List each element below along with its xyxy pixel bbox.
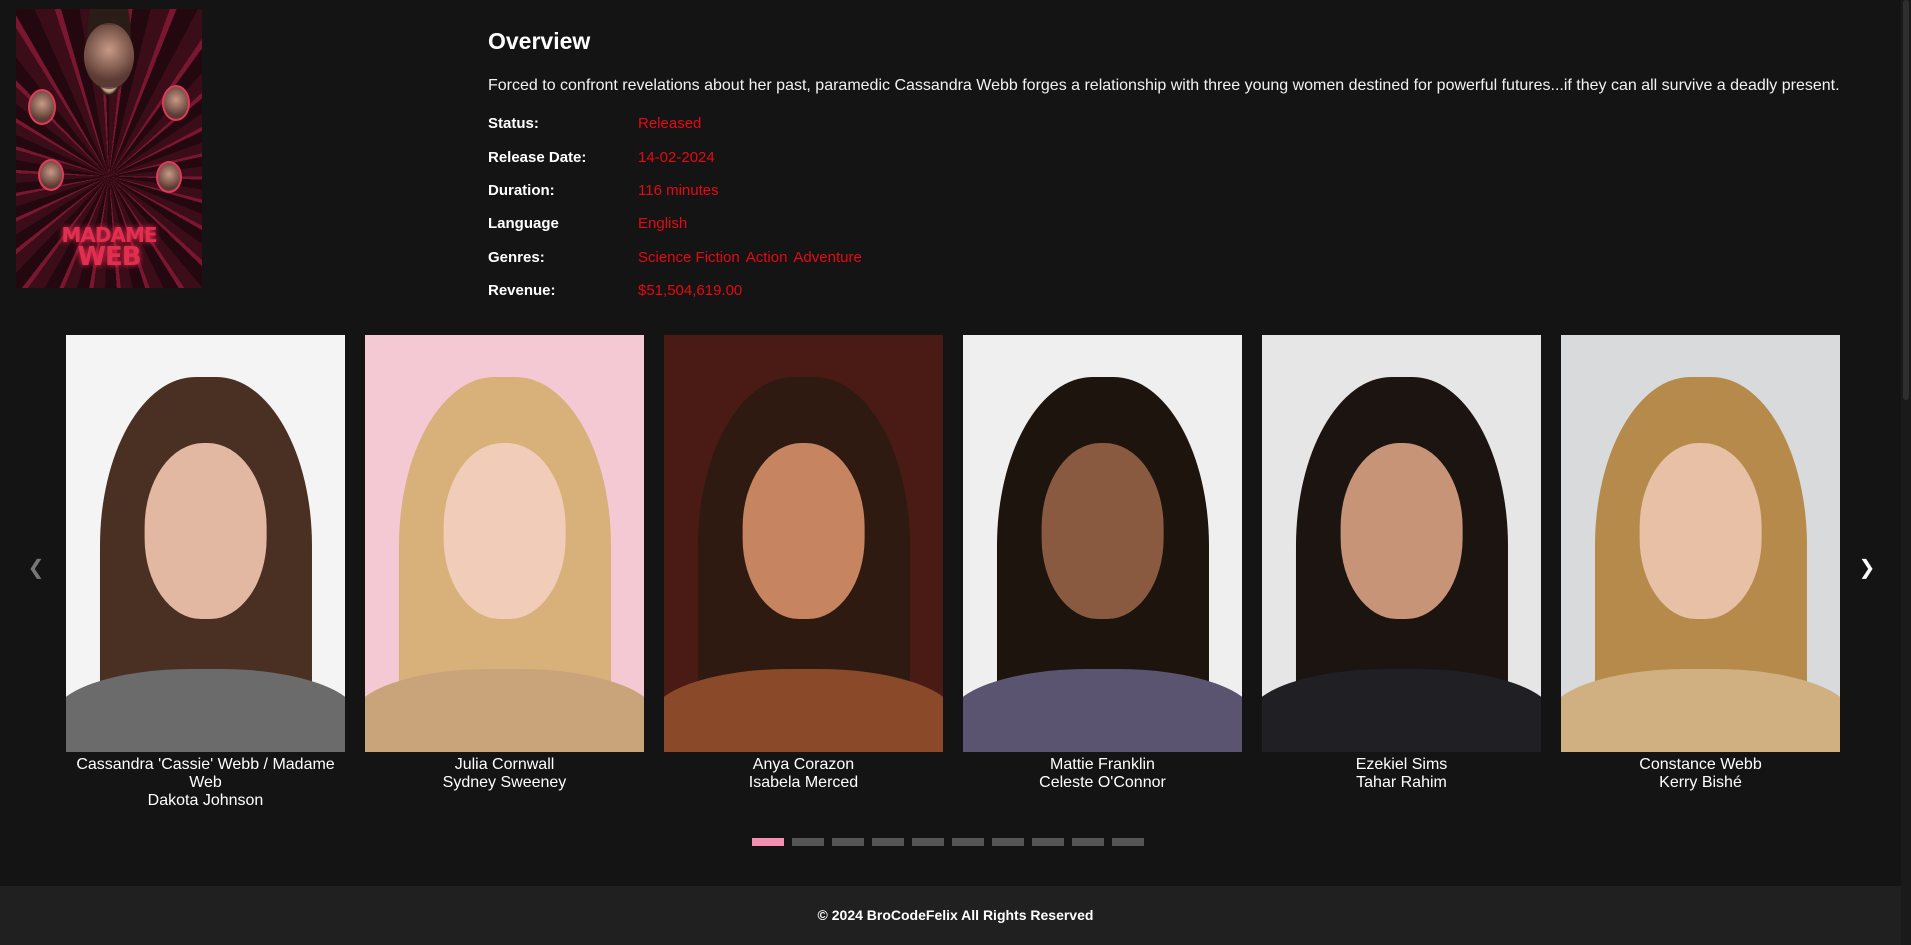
cast-actor-name: Dakota Johnson <box>147 792 264 809</box>
cast-photo <box>1561 335 1840 752</box>
pagination-dot[interactable] <box>952 838 984 846</box>
overview-description: Forced to confront revelations about her… <box>488 77 1840 94</box>
scrollbar-thumb[interactable] <box>1903 0 1909 400</box>
pagination-dot[interactable] <box>752 838 784 846</box>
poster-face-main <box>84 23 134 89</box>
revenue-value: $51,504,619.00 <box>638 282 743 300</box>
cast-card[interactable]: Anya Corazon Isabela Merced <box>664 335 943 810</box>
pagination-dot[interactable] <box>1112 838 1144 846</box>
duration-value: 116 minutes <box>638 181 719 199</box>
cast-character-name: Constance Webb <box>1639 756 1762 773</box>
pagination-dot[interactable] <box>992 838 1024 846</box>
carousel-pagination <box>752 838 1144 846</box>
release-date-value: 14-02-2024 <box>638 148 715 166</box>
info-row-genres: Genres: Science Fiction Action Adventure <box>488 241 1888 274</box>
cast-character-name: Anya Corazon <box>752 756 855 773</box>
cast-actor-name: Isabela Merced <box>748 774 859 791</box>
cast-card[interactable]: Mattie Franklin Celeste O'Connor <box>963 335 1242 810</box>
poster-title: MADAME WEB <box>16 224 202 272</box>
cast-photo-shoulders <box>66 668 345 752</box>
chevron-left-icon[interactable]: ❮ <box>26 555 46 579</box>
cast-photo <box>664 335 943 752</box>
poster-face-left <box>28 89 56 125</box>
cast-character-name: Cassandra 'Cassie' Webb / Madame Web <box>76 756 335 791</box>
cast-actor-name: Celeste O'Connor <box>1039 774 1166 791</box>
poster-face-lower-left <box>38 159 64 191</box>
pagination-dot[interactable] <box>1032 838 1064 846</box>
cast-actor-name: Tahar Rahim <box>1356 774 1447 791</box>
cast-photo-face <box>144 443 267 619</box>
cast-photo-face <box>742 443 865 619</box>
cast-actor-name: Sydney Sweeney <box>442 774 567 791</box>
pagination-dot[interactable] <box>832 838 864 846</box>
cast-photo <box>66 335 345 752</box>
cast-photo-shoulders <box>365 668 644 752</box>
poster-title-line2: WEB <box>77 242 141 272</box>
pagination-dot[interactable] <box>872 838 904 846</box>
status-value: Released <box>638 115 702 133</box>
cast-character-name: Mattie Franklin <box>1050 756 1155 773</box>
info-row-duration: Duration: 116 minutes <box>488 174 1888 207</box>
info-row-status: Status: Released <box>488 107 1888 140</box>
cast-card[interactable]: Cassandra 'Cassie' Webb / Madame Web Dako… <box>66 335 345 810</box>
cast-character-name: Ezekiel Sims <box>1355 756 1448 773</box>
cast-carousel: ❮ Cassandra 'Cassie' Webb / Madame Web Da… <box>0 335 1911 855</box>
cast-photo <box>963 335 1242 752</box>
pagination-dot[interactable] <box>1072 838 1104 846</box>
cast-card[interactable]: Constance Webb Kerry Bishé <box>1561 335 1840 810</box>
cast-photo-shoulders <box>1561 668 1840 752</box>
language-value: English <box>638 215 688 233</box>
genre-link[interactable]: Adventure <box>793 249 861 266</box>
cast-photo-shoulders <box>963 668 1242 752</box>
poster-face-lower-right <box>156 161 182 193</box>
chevron-right-icon[interactable]: ❯ <box>1857 555 1877 579</box>
movie-poster: MADAME WEB <box>16 9 202 288</box>
genres-label: Genres: <box>488 248 545 266</box>
cast-card[interactable]: Ezekiel Sims Tahar Rahim <box>1262 335 1541 810</box>
cast-photo-face <box>1639 443 1762 619</box>
cast-photo <box>1262 335 1541 752</box>
cast-cards: Cassandra 'Cassie' Webb / Madame Web Dako… <box>66 335 1840 810</box>
duration-label: Duration: <box>488 181 555 199</box>
overview-heading: Overview <box>488 28 591 54</box>
pagination-dot[interactable] <box>792 838 824 846</box>
cast-photo <box>365 335 644 752</box>
language-label: Language <box>488 215 559 233</box>
cast-photo-face <box>443 443 566 619</box>
overview-section: Overview Forced to confront revelations … <box>488 28 1888 307</box>
cast-character-name: Julia Cornwall <box>454 756 555 773</box>
cast-photo-shoulders <box>664 668 943 752</box>
cast-card[interactable]: Julia Cornwall Sydney Sweeney <box>365 335 644 810</box>
poster-face-right <box>162 85 190 121</box>
cast-photo-shoulders <box>1262 668 1541 752</box>
genre-link[interactable]: Action <box>746 249 788 266</box>
cast-photo-face <box>1041 443 1164 619</box>
genre-link[interactable]: Science Fiction <box>638 249 740 266</box>
pagination-dot[interactable] <box>912 838 944 846</box>
revenue-label: Revenue: <box>488 282 556 300</box>
info-row-revenue: Revenue: $51,504,619.00 <box>488 274 1888 307</box>
info-row-release-date: Release Date: 14-02-2024 <box>488 140 1888 173</box>
status-label: Status: <box>488 115 539 133</box>
cast-photo-face <box>1340 443 1463 619</box>
footer: © 2024 BroCodeFelix All Rights Reserved <box>0 886 1911 945</box>
footer-copyright: © 2024 BroCodeFelix All Rights Reserved <box>817 907 1094 923</box>
release-date-label: Release Date: <box>488 148 587 166</box>
info-row-language: Language English <box>488 207 1888 240</box>
cast-actor-name: Kerry Bishé <box>1659 774 1742 791</box>
page-scrollbar[interactable] <box>1901 0 1911 945</box>
